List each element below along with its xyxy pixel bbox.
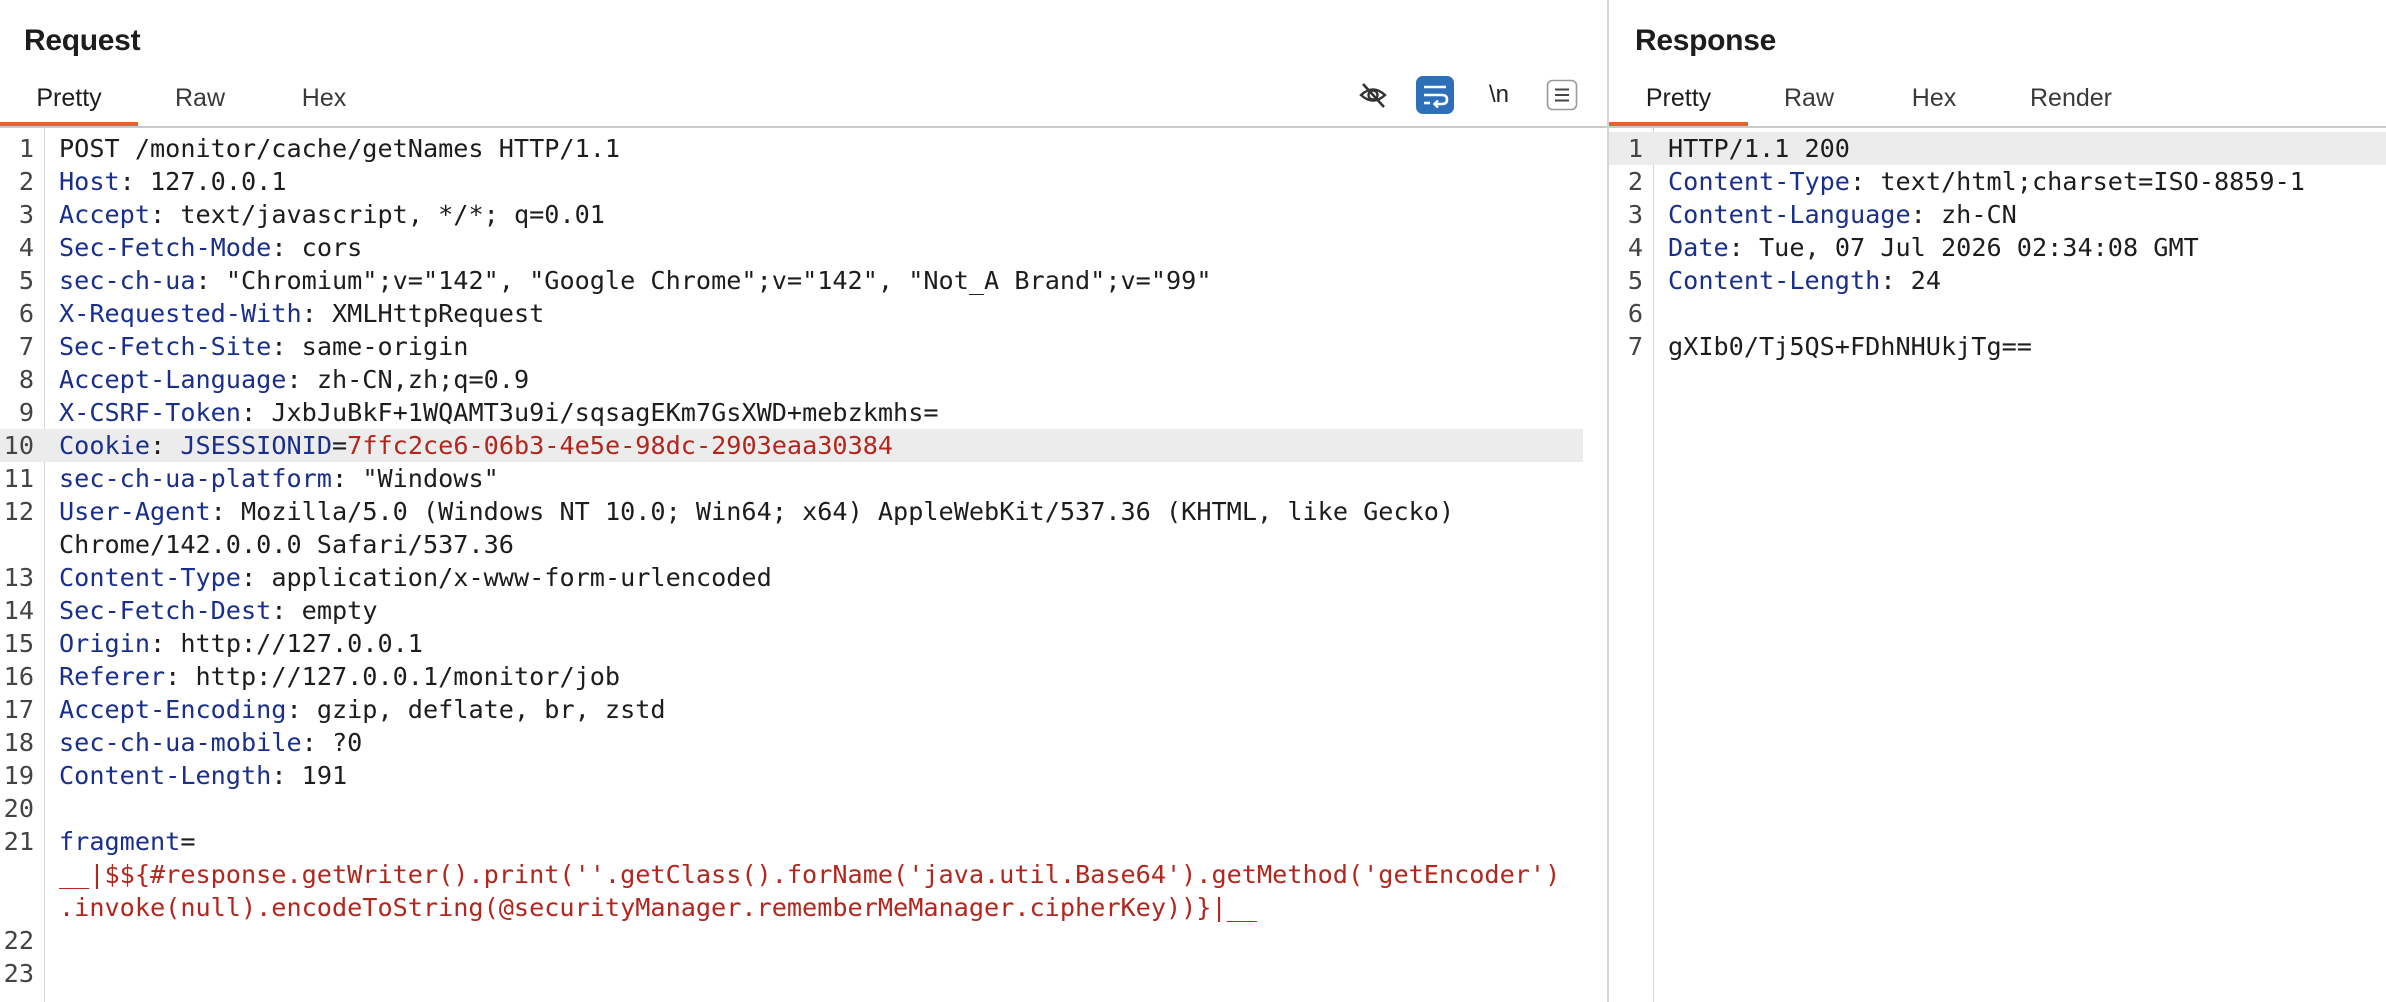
code-line-empty: 6 (1627, 299, 1643, 328)
response-panel: Response Pretty Raw Hex Render 1 HTTP/1.1… (1609, 0, 2386, 1002)
code-line: 1 POST /monitor/cache/getNames HTTP/1.1 (18, 134, 621, 163)
code-line: 17 Accept-Encoding: gzip, deflate, br, zs… (3, 695, 666, 724)
code-line: 12 User-Agent: Mozilla/5.0 (Windows NT 10… (3, 497, 1455, 526)
code-line: 9 X-CSRF-Token: JxbJuBkF+1WQAMT3u9i/sqsag… (18, 398, 939, 427)
request-title: Request (24, 24, 141, 57)
menu-icon[interactable] (1541, 74, 1583, 116)
request-tab-pretty[interactable]: Pretty (0, 72, 138, 126)
code-line: 21 fragment= (3, 827, 196, 856)
code-line: 13 Content-Type: application/x-www-form-u… (3, 563, 772, 592)
code-line: 5 Content-Length: 24 (1627, 266, 1941, 295)
code-line: 7 Sec-Fetch-Site: same-origin (18, 332, 469, 361)
code-line: 16 Referer: http://127.0.0.1/monitor/job (3, 662, 621, 691)
code-line-highlighted: 10 Cookie: JSESSIONID=7ffc2ce6-06b3-4e5e-… (0, 429, 1583, 462)
code-line-empty: 22 (3, 926, 34, 955)
code-line: 11 sec-ch-ua-platform: "Windows" (3, 464, 499, 493)
code-line: 15 Origin: http://127.0.0.1 (3, 629, 423, 658)
code-line: 3 Accept: text/javascript, */*; q=0.01 (18, 200, 605, 229)
response-tab-raw[interactable]: Raw (1771, 72, 1847, 124)
code-line: 4 Date: Tue, 07 Jul 2026 02:34:08 GMT (1627, 233, 2199, 262)
eye-off-icon[interactable] (1352, 74, 1394, 116)
code-line: 7 gXIb0/Tj5QS+FDhNHUkjTg== (1627, 332, 2032, 361)
request-panel: Request Pretty Raw Hex \n 1 POST /monito… (0, 0, 1607, 1002)
code-line: 8 Accept-Language: zh-CN,zh;q=0.9 (18, 365, 530, 394)
request-editor[interactable]: 1 POST /monitor/cache/getNames HTTP/1.1 2… (0, 128, 1607, 1002)
code-line-wrapped: Chrome/142.0.0.0 Safari/537.36 (59, 530, 514, 559)
code-line: 14 Sec-Fetch-Dest: empty (3, 596, 378, 625)
response-tab-hex[interactable]: Hex (1896, 72, 1972, 124)
code-line-wrapped: .invoke(null).encodeToString(@securityMa… (59, 893, 1257, 922)
code-line: 4 Sec-Fetch-Mode: cors (18, 233, 363, 262)
request-tab-raw[interactable]: Raw (162, 72, 238, 124)
code-line: 5 sec-ch-ua: "Chromium";v="142", "Google … (18, 266, 1212, 295)
response-title: Response (1635, 24, 1776, 57)
code-line: 19 Content-Length: 191 (3, 761, 348, 790)
wrap-lines-icon[interactable] (1414, 74, 1456, 116)
code-line: 6 X-Requested-With: XMLHttpRequest (18, 299, 545, 328)
code-line-empty: 20 (3, 794, 34, 823)
code-line-highlighted: 1 HTTP/1.1 200 (1609, 132, 2386, 165)
code-line: 2 Content-Type: text/html;charset=ISO-885… (1627, 167, 2305, 196)
response-tab-pretty[interactable]: Pretty (1609, 72, 1748, 126)
response-tab-render[interactable]: Render (2021, 72, 2121, 124)
request-tab-hex[interactable]: Hex (286, 72, 362, 124)
show-newlines-button[interactable]: \n (1478, 74, 1520, 116)
response-tabbar: Pretty Raw Hex Render (1609, 72, 2386, 128)
code-line: 18 sec-ch-ua-mobile: ?0 (3, 728, 363, 757)
code-line: 3 Content-Language: zh-CN (1627, 200, 2017, 229)
code-line: 2 Host: 127.0.0.1 (18, 167, 287, 196)
code-line-wrapped: __|$${#response.getWriter().print(''.get… (59, 860, 1561, 889)
code-line-empty: 23 (3, 959, 34, 988)
response-editor[interactable]: 1 HTTP/1.1 200 2 Content-Type: text/html;c… (1609, 128, 2386, 1002)
